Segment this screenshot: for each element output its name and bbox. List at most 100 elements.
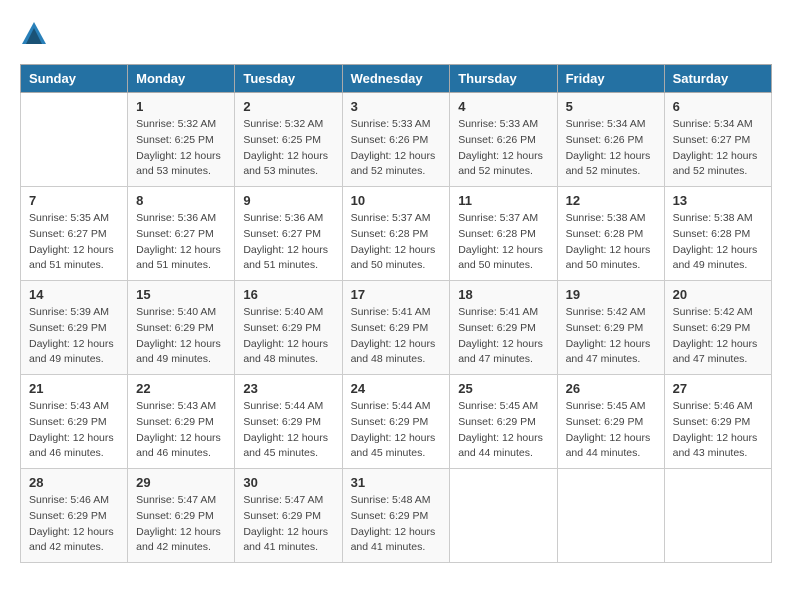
day-cell: 8 Sunrise: 5:36 AM Sunset: 6:27 PM Daylig… bbox=[128, 187, 235, 281]
day-cell: 22 Sunrise: 5:43 AM Sunset: 6:29 PM Dayli… bbox=[128, 375, 235, 469]
day-info: Sunrise: 5:47 AM Sunset: 6:29 PM Dayligh… bbox=[243, 493, 333, 556]
day-cell: 16 Sunrise: 5:40 AM Sunset: 6:29 PM Dayli… bbox=[235, 281, 342, 375]
day-cell: 9 Sunrise: 5:36 AM Sunset: 6:27 PM Daylig… bbox=[235, 187, 342, 281]
day-cell: 21 Sunrise: 5:43 AM Sunset: 6:29 PM Dayli… bbox=[21, 375, 128, 469]
header-day-saturday: Saturday bbox=[664, 65, 771, 93]
day-number: 18 bbox=[458, 287, 548, 302]
day-cell bbox=[21, 93, 128, 187]
day-info: Sunrise: 5:34 AM Sunset: 6:27 PM Dayligh… bbox=[673, 117, 763, 180]
day-info: Sunrise: 5:40 AM Sunset: 6:29 PM Dayligh… bbox=[243, 305, 333, 368]
day-number: 3 bbox=[351, 99, 442, 114]
calendar-body: 1 Sunrise: 5:32 AM Sunset: 6:25 PM Daylig… bbox=[21, 93, 772, 563]
logo bbox=[20, 20, 52, 48]
week-row-5: 28 Sunrise: 5:46 AM Sunset: 6:29 PM Dayli… bbox=[21, 469, 772, 563]
day-cell: 11 Sunrise: 5:37 AM Sunset: 6:28 PM Dayli… bbox=[450, 187, 557, 281]
day-number: 31 bbox=[351, 475, 442, 490]
calendar-header: SundayMondayTuesdayWednesdayThursdayFrid… bbox=[21, 65, 772, 93]
day-cell: 14 Sunrise: 5:39 AM Sunset: 6:29 PM Dayli… bbox=[21, 281, 128, 375]
calendar-table: SundayMondayTuesdayWednesdayThursdayFrid… bbox=[20, 64, 772, 563]
day-number: 6 bbox=[673, 99, 763, 114]
header-row: SundayMondayTuesdayWednesdayThursdayFrid… bbox=[21, 65, 772, 93]
day-number: 1 bbox=[136, 99, 226, 114]
header-day-sunday: Sunday bbox=[21, 65, 128, 93]
day-cell: 12Sunrise: 5:38 AM Sunset: 6:28 PM Dayli… bbox=[557, 187, 664, 281]
day-info: Sunrise: 5:42 AM Sunset: 6:29 PM Dayligh… bbox=[566, 305, 656, 368]
day-info: Sunrise: 5:40 AM Sunset: 6:29 PM Dayligh… bbox=[136, 305, 226, 368]
day-number: 8 bbox=[136, 193, 226, 208]
day-info: Sunrise: 5:36 AM Sunset: 6:27 PM Dayligh… bbox=[136, 211, 226, 274]
day-info: Sunrise: 5:48 AM Sunset: 6:29 PM Dayligh… bbox=[351, 493, 442, 556]
day-number: 15 bbox=[136, 287, 226, 302]
day-number: 16 bbox=[243, 287, 333, 302]
day-cell: 5 Sunrise: 5:34 AM Sunset: 6:26 PM Daylig… bbox=[557, 93, 664, 187]
day-info: Sunrise: 5:37 AM Sunset: 6:28 PM Dayligh… bbox=[351, 211, 442, 274]
day-number: 21 bbox=[29, 381, 119, 396]
day-number: 22 bbox=[136, 381, 226, 396]
day-number: 27 bbox=[673, 381, 763, 396]
header-day-tuesday: Tuesday bbox=[235, 65, 342, 93]
day-number: 17 bbox=[351, 287, 442, 302]
week-row-1: 1 Sunrise: 5:32 AM Sunset: 6:25 PM Daylig… bbox=[21, 93, 772, 187]
day-info: Sunrise: 5:37 AM Sunset: 6:28 PM Dayligh… bbox=[458, 211, 548, 274]
day-number: 26 bbox=[566, 381, 656, 396]
day-cell: 13 Sunrise: 5:38 AM Sunset: 6:28 PM Dayli… bbox=[664, 187, 771, 281]
day-number: 5 bbox=[566, 99, 656, 114]
day-cell: 2 Sunrise: 5:32 AM Sunset: 6:25 PM Daylig… bbox=[235, 93, 342, 187]
day-cell: 30 Sunrise: 5:47 AM Sunset: 6:29 PM Dayli… bbox=[235, 469, 342, 563]
day-number: 14 bbox=[29, 287, 119, 302]
day-cell: 18 Sunrise: 5:41 AM Sunset: 6:29 PM Dayli… bbox=[450, 281, 557, 375]
week-row-3: 14 Sunrise: 5:39 AM Sunset: 6:29 PM Dayli… bbox=[21, 281, 772, 375]
day-number: 28 bbox=[29, 475, 119, 490]
header-day-monday: Monday bbox=[128, 65, 235, 93]
day-info: Sunrise: 5:32 AM Sunset: 6:25 PM Dayligh… bbox=[136, 117, 226, 180]
day-info: Sunrise: 5:35 AM Sunset: 6:27 PM Dayligh… bbox=[29, 211, 119, 274]
day-number: 13 bbox=[673, 193, 763, 208]
page-header bbox=[20, 20, 772, 48]
day-number: 4 bbox=[458, 99, 548, 114]
day-cell: 25 Sunrise: 5:45 AM Sunset: 6:29 PM Dayli… bbox=[450, 375, 557, 469]
day-info: Sunrise: 5:41 AM Sunset: 6:29 PM Dayligh… bbox=[458, 305, 548, 368]
day-info: Sunrise: 5:39 AM Sunset: 6:29 PM Dayligh… bbox=[29, 305, 119, 368]
day-number: 25 bbox=[458, 381, 548, 396]
day-info: Sunrise: 5:38 AM Sunset: 6:28 PM Dayligh… bbox=[673, 211, 763, 274]
day-cell: 10Sunrise: 5:37 AM Sunset: 6:28 PM Dayli… bbox=[342, 187, 450, 281]
day-cell bbox=[557, 469, 664, 563]
day-number: 11 bbox=[458, 193, 548, 208]
day-cell: 31 Sunrise: 5:48 AM Sunset: 6:29 PM Dayli… bbox=[342, 469, 450, 563]
day-cell: 29 Sunrise: 5:47 AM Sunset: 6:29 PM Dayli… bbox=[128, 469, 235, 563]
day-number: 9 bbox=[243, 193, 333, 208]
day-cell: 19Sunrise: 5:42 AM Sunset: 6:29 PM Dayli… bbox=[557, 281, 664, 375]
day-info: Sunrise: 5:45 AM Sunset: 6:29 PM Dayligh… bbox=[458, 399, 548, 462]
day-cell: 26 Sunrise: 5:45 AM Sunset: 6:29 PM Dayli… bbox=[557, 375, 664, 469]
day-number: 30 bbox=[243, 475, 333, 490]
day-cell: 4 Sunrise: 5:33 AM Sunset: 6:26 PM Daylig… bbox=[450, 93, 557, 187]
day-number: 7 bbox=[29, 193, 119, 208]
day-info: Sunrise: 5:32 AM Sunset: 6:25 PM Dayligh… bbox=[243, 117, 333, 180]
day-info: Sunrise: 5:34 AM Sunset: 6:26 PM Dayligh… bbox=[566, 117, 656, 180]
day-cell: 27 Sunrise: 5:46 AM Sunset: 6:29 PM Dayli… bbox=[664, 375, 771, 469]
day-info: Sunrise: 5:33 AM Sunset: 6:26 PM Dayligh… bbox=[458, 117, 548, 180]
day-cell: 23Sunrise: 5:44 AM Sunset: 6:29 PM Dayli… bbox=[235, 375, 342, 469]
day-info: Sunrise: 5:33 AM Sunset: 6:26 PM Dayligh… bbox=[351, 117, 442, 180]
day-info: Sunrise: 5:42 AM Sunset: 6:29 PM Dayligh… bbox=[673, 305, 763, 368]
day-info: Sunrise: 5:46 AM Sunset: 6:29 PM Dayligh… bbox=[673, 399, 763, 462]
day-info: Sunrise: 5:47 AM Sunset: 6:29 PM Dayligh… bbox=[136, 493, 226, 556]
day-number: 2 bbox=[243, 99, 333, 114]
week-row-2: 7 Sunrise: 5:35 AM Sunset: 6:27 PM Daylig… bbox=[21, 187, 772, 281]
day-info: Sunrise: 5:38 AM Sunset: 6:28 PM Dayligh… bbox=[566, 211, 656, 274]
day-cell bbox=[664, 469, 771, 563]
header-day-friday: Friday bbox=[557, 65, 664, 93]
day-info: Sunrise: 5:36 AM Sunset: 6:27 PM Dayligh… bbox=[243, 211, 333, 274]
day-cell: 15 Sunrise: 5:40 AM Sunset: 6:29 PM Dayli… bbox=[128, 281, 235, 375]
day-info: Sunrise: 5:46 AM Sunset: 6:29 PM Dayligh… bbox=[29, 493, 119, 556]
header-day-wednesday: Wednesday bbox=[342, 65, 450, 93]
day-info: Sunrise: 5:43 AM Sunset: 6:29 PM Dayligh… bbox=[29, 399, 119, 462]
day-info: Sunrise: 5:44 AM Sunset: 6:29 PM Dayligh… bbox=[243, 399, 333, 462]
day-cell: 7 Sunrise: 5:35 AM Sunset: 6:27 PM Daylig… bbox=[21, 187, 128, 281]
day-info: Sunrise: 5:45 AM Sunset: 6:29 PM Dayligh… bbox=[566, 399, 656, 462]
day-info: Sunrise: 5:44 AM Sunset: 6:29 PM Dayligh… bbox=[351, 399, 442, 462]
day-info: Sunrise: 5:43 AM Sunset: 6:29 PM Dayligh… bbox=[136, 399, 226, 462]
day-cell: 6 Sunrise: 5:34 AM Sunset: 6:27 PM Daylig… bbox=[664, 93, 771, 187]
day-number: 29 bbox=[136, 475, 226, 490]
logo-icon bbox=[20, 20, 48, 48]
